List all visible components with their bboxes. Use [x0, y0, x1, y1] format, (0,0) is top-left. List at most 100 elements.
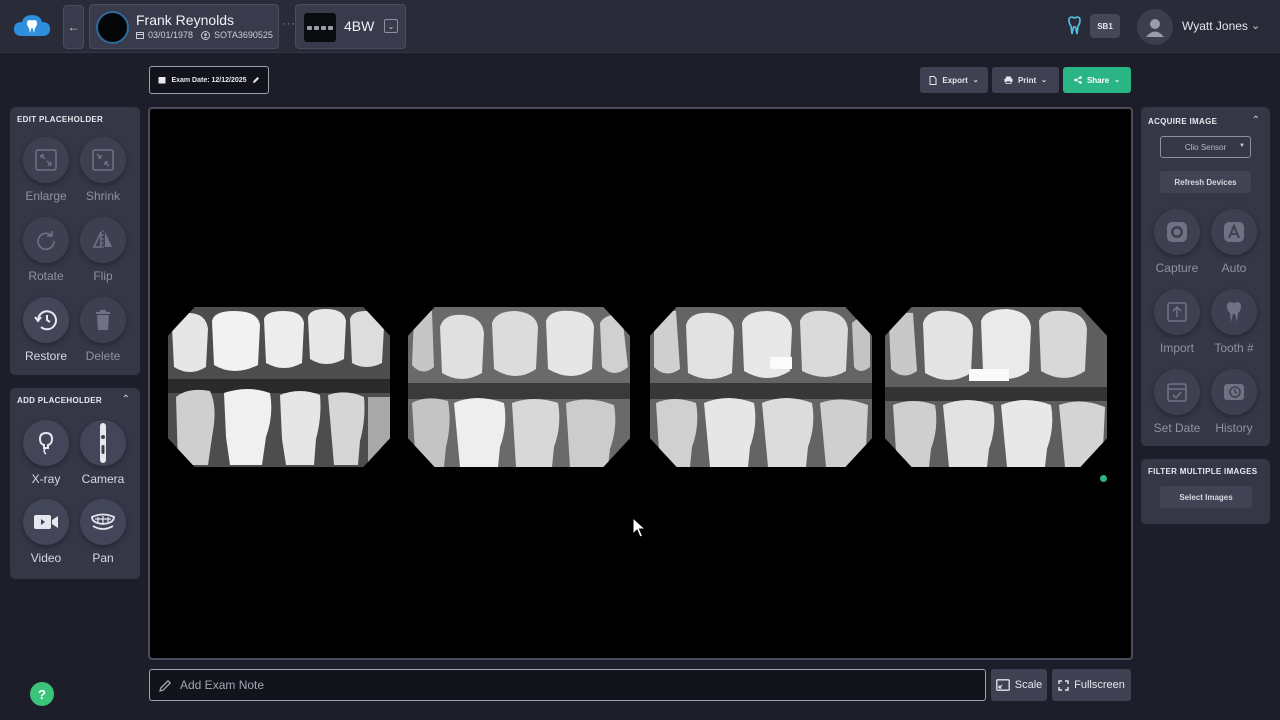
back-button[interactable]: ←: [63, 5, 84, 49]
pencil-icon[interactable]: [252, 76, 260, 84]
upload-icon: [1167, 302, 1187, 322]
flip-icon: [92, 230, 112, 250]
help-button[interactable]: ?: [30, 682, 54, 706]
question-icon: ?: [38, 686, 46, 702]
capture-tool[interactable]: Capture: [1148, 209, 1206, 275]
panel-title: ADD PLACEHOLDER: [17, 396, 102, 405]
exam-note-input[interactable]: Add Exam Note: [149, 669, 986, 701]
patient-card[interactable]: Frank Reynolds 03/01/1978 SOTA3690525: [89, 4, 279, 49]
tool-label: X-ray: [31, 472, 61, 486]
scale-button[interactable]: Scale: [991, 669, 1047, 701]
more-dots-icon: ···: [282, 18, 296, 30]
panel-title: EDIT PLACEHOLDER: [17, 115, 104, 124]
fullscreen-icon: [1058, 679, 1069, 691]
trash-icon: [96, 310, 110, 330]
refresh-devices-button[interactable]: Refresh Devices: [1160, 171, 1251, 193]
video-tool[interactable]: Video: [17, 499, 75, 565]
auto-tool[interactable]: Auto: [1205, 209, 1263, 275]
auto-mode-icon: [1224, 222, 1244, 242]
set-date-tool[interactable]: Set Date: [1148, 369, 1206, 435]
user-avatar[interactable]: [1137, 9, 1173, 45]
tooth-icon[interactable]: [1067, 16, 1082, 36]
camera-tool[interactable]: Camera: [74, 420, 132, 486]
tool-label: Auto: [1221, 261, 1247, 275]
exam-date-label: Exam Date: 12/12/2025: [171, 76, 247, 84]
patient-dob: 03/01/1978: [148, 30, 194, 40]
print-button[interactable]: Print ⌄: [992, 67, 1059, 93]
chevron-up-icon[interactable]: ⌃: [122, 394, 130, 405]
exam-selector[interactable]: 4BW ⌄: [295, 4, 406, 49]
panel-title: ACQUIRE IMAGE: [1148, 117, 1218, 126]
app-logo-icon[interactable]: [12, 12, 52, 40]
select-images-button[interactable]: Select Images: [1160, 486, 1252, 508]
image-viewer[interactable]: [148, 107, 1133, 660]
xray-image[interactable]: [650, 307, 872, 467]
printer-icon: [1004, 76, 1013, 84]
acquire-image-panel: ACQUIRE IMAGE ⌃ Clio Sensor ▼ Refresh De…: [1141, 107, 1270, 446]
shrink-icon: [92, 149, 114, 171]
flip-tool[interactable]: Flip: [74, 217, 132, 283]
rotate-tool[interactable]: Rotate: [17, 217, 75, 283]
tool-label: Pan: [92, 551, 114, 565]
share-label: Share: [1086, 75, 1110, 85]
panoramic-icon: [91, 513, 115, 530]
restore-tool[interactable]: Restore: [17, 297, 75, 363]
tool-label: Enlarge: [25, 189, 67, 203]
export-label: Export: [942, 75, 968, 85]
tool-label: Video: [30, 551, 62, 565]
camera-aperture-icon: [1167, 222, 1187, 242]
history-tool[interactable]: History: [1205, 369, 1263, 435]
patient-name: Frank Reynolds: [136, 12, 235, 28]
calendar-icon: [136, 32, 144, 39]
chevron-down-icon[interactable]: ⌄: [1251, 19, 1260, 32]
tool-label: Set Date: [1153, 421, 1201, 435]
history-icon: [1224, 384, 1244, 400]
shrink-tool[interactable]: Shrink: [74, 137, 132, 203]
scale-label: Scale: [1014, 679, 1043, 691]
pan-tool[interactable]: Pan: [74, 499, 132, 565]
tool-label: Import: [1159, 341, 1194, 355]
tool-label: Camera: [81, 472, 125, 486]
calendar-icon: [158, 77, 166, 84]
xray-image[interactable]: [408, 307, 630, 467]
chevron-up-icon[interactable]: ⌃: [1252, 115, 1260, 126]
exam-type-label: 4BW: [344, 18, 375, 34]
tool-label: Delete: [85, 349, 121, 363]
pencil-icon: [159, 679, 172, 692]
xray-sensor-icon: [38, 431, 54, 455]
xray-tool[interactable]: X-ray: [17, 420, 75, 486]
exam-note-placeholder: Add Exam Note: [180, 678, 265, 692]
patient-id: SOTA3690525: [214, 30, 273, 40]
share-icon: [1074, 76, 1082, 84]
user-name[interactable]: Wyatt Jones: [1182, 19, 1248, 33]
fullscreen-label: Fullscreen: [1074, 679, 1125, 691]
exam-thumbnail: [304, 13, 336, 42]
video-camera-icon: [34, 515, 58, 529]
tooth-icon: [1227, 302, 1241, 322]
export-button[interactable]: Export ⌄: [920, 67, 988, 93]
tool-label: History: [1215, 421, 1253, 435]
sensor-select[interactable]: Clio Sensor ▼: [1160, 136, 1251, 158]
chevron-down-icon: ⌄: [972, 77, 979, 84]
exam-date-field[interactable]: Exam Date: 12/12/2025: [149, 66, 269, 94]
enlarge-tool[interactable]: Enlarge: [17, 137, 75, 203]
status-indicator: [1100, 475, 1107, 482]
xray-image[interactable]: [885, 307, 1107, 467]
xray-image[interactable]: [168, 307, 390, 467]
status-badge[interactable]: SB1: [1090, 14, 1120, 38]
share-button[interactable]: Share ⌄: [1063, 67, 1131, 93]
arrow-left-icon: ←: [67, 20, 80, 34]
tooth-number-tool[interactable]: Tooth #: [1205, 289, 1263, 355]
tool-label: Tooth #: [1214, 341, 1254, 355]
print-label: Print: [1017, 75, 1037, 85]
tool-label: Flip: [93, 269, 113, 283]
import-tool[interactable]: Import: [1148, 289, 1206, 355]
fullscreen-button[interactable]: Fullscreen: [1052, 669, 1131, 701]
tool-label: Restore: [24, 349, 68, 363]
chevron-down-icon[interactable]: ⌄: [384, 19, 398, 33]
delete-tool[interactable]: Delete: [74, 297, 132, 363]
user-icon: [1146, 19, 1164, 37]
file-icon: [929, 75, 937, 85]
top-bar: ← Frank Reynolds 03/01/1978 SOTA3690525 …: [0, 0, 1280, 53]
tool-label: Rotate: [28, 269, 64, 283]
